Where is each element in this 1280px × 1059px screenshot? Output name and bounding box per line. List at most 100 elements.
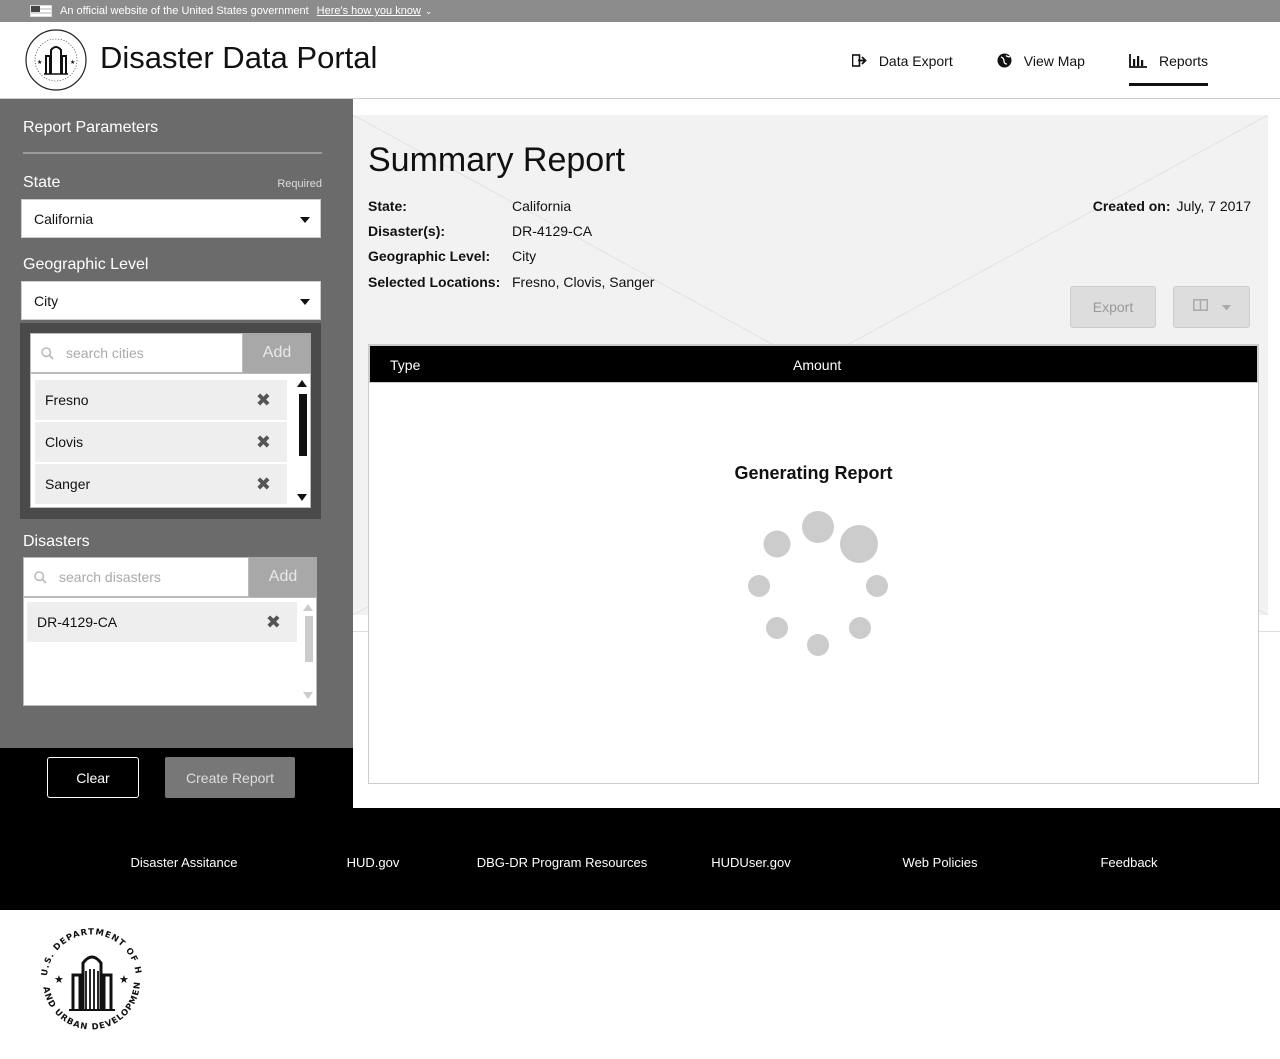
columns-toggle-button[interactable] <box>1173 286 1250 328</box>
svg-text:★: ★ <box>37 59 42 66</box>
sidebar-action-bar: Clear Create Report <box>0 748 353 808</box>
caret-down-icon <box>300 217 310 223</box>
table-header: Type Amount <box>369 345 1258 383</box>
list-item-label: DR-4129-CA <box>37 614 118 630</box>
meta-state: State: California <box>368 198 571 214</box>
svg-text:★: ★ <box>119 973 129 986</box>
column-header-type[interactable]: Type <box>390 357 420 373</box>
export-icon <box>851 54 867 67</box>
footer-link-program-resources[interactable]: DBG-DR Program Resources <box>477 855 648 870</box>
geographic-level-value: City <box>34 292 59 309</box>
remove-icon[interactable]: ✖ <box>266 612 281 633</box>
scroll-down-icon[interactable] <box>303 692 313 699</box>
nav-label: Reports <box>1158 52 1208 69</box>
disaster-search-placeholder: search disasters <box>59 569 161 585</box>
city-item-clovis: Clovis ✖ <box>35 422 287 462</box>
nav-label: Data Export <box>878 52 953 69</box>
gov-banner-text: An official website of the United States… <box>60 5 309 17</box>
create-report-button[interactable]: Create Report <box>165 757 295 798</box>
meta-value: California <box>512 198 572 214</box>
meta-label: Disaster(s): <box>368 223 446 239</box>
page-title: Summary Report <box>368 141 625 179</box>
disaster-search-row: search disasters Add <box>23 557 317 597</box>
remove-icon[interactable]: ✖ <box>256 474 271 495</box>
meta-disasters: Disaster(s): DR-4129-CA <box>368 223 592 239</box>
list-item-label: Sanger <box>45 476 91 492</box>
city-search-row: search cities Add <box>30 333 311 373</box>
gov-banner: An official website of the United States… <box>0 0 1280 22</box>
cities-panel: search cities Add Fresno ✖ Clovis ✖ Sang… <box>20 323 321 519</box>
created-label: Created on: <box>1092 198 1171 214</box>
nav-reports[interactable]: Reports <box>1128 22 1209 99</box>
site-footer: Disaster Assitance HUD.gov DBG-DR Progra… <box>0 808 1280 910</box>
city-item-sanger: Sanger ✖ <box>35 464 287 504</box>
remove-icon[interactable]: ✖ <box>256 432 271 453</box>
footer-link-feedback[interactable]: Feedback <box>1100 855 1157 870</box>
search-icon <box>34 570 47 584</box>
city-search-input[interactable]: search cities <box>30 333 243 373</box>
search-icon <box>41 346 54 360</box>
hud-seal-large-logo: U.S. DEPARTMENT OF HOUSING AND URBAN DEV… <box>33 921 143 1033</box>
disaster-list: DR-4129-CA ✖ <box>23 597 317 706</box>
site-title[interactable]: Disaster Data Portal <box>100 40 377 76</box>
scroll-up-icon[interactable] <box>297 380 307 387</box>
sidebar-title: Report Parameters <box>23 119 159 136</box>
caret-down-icon <box>300 299 310 305</box>
report-table: Type Amount Generating Report <box>368 344 1259 784</box>
scroll-up-icon[interactable] <box>303 604 313 611</box>
meta-value: Fresno, Clovis, Sanger <box>512 274 655 290</box>
add-city-button[interactable]: Add <box>243 333 311 373</box>
loading-spinner-icon <box>748 511 888 656</box>
heres-how-you-know-link[interactable]: Here's how you know <box>317 5 421 17</box>
meta-value: DR-4129-CA <box>512 223 593 239</box>
scroll-thumb[interactable] <box>305 616 313 662</box>
created-value: July, 7 2017 <box>1176 198 1251 214</box>
required-note: Required <box>277 178 322 190</box>
globe-icon <box>997 53 1012 68</box>
meta-geographic-level: Geographic Level: City <box>368 248 536 264</box>
svg-text:★: ★ <box>70 59 75 66</box>
state-select[interactable]: California <box>21 199 321 238</box>
column-header-amount[interactable]: Amount <box>793 357 841 373</box>
svg-text:U.S. DEPARTMENT OF HOUSING: U.S. DEPARTMENT OF HOUSING <box>33 921 143 977</box>
nav-view-map[interactable]: View Map <box>997 22 1085 99</box>
geographic-level-select[interactable]: City <box>21 281 321 320</box>
list-item-label: Fresno <box>45 392 89 408</box>
main-nav: Data Export View Map Reports <box>851 22 1209 99</box>
list-item-label: Clovis <box>45 434 84 450</box>
hud-seal-logo[interactable]: ★ ★ <box>24 28 88 92</box>
columns-icon <box>1192 298 1208 316</box>
footer-link-disaster-assistance[interactable]: Disaster Assitance <box>131 855 238 870</box>
meta-value: City <box>512 248 537 264</box>
generating-report-status: Generating Report <box>734 463 893 483</box>
created-on: Created on: July, 7 2017 <box>1093 198 1251 214</box>
meta-label: State: <box>368 198 407 214</box>
meta-selected-locations: Selected Locations: Fresno, Clovis, Sange… <box>368 274 654 290</box>
footer-link-web-policies[interactable]: Web Policies <box>903 855 978 870</box>
footer-link-huduser-gov[interactable]: HUDUser.gov <box>711 855 790 870</box>
city-list: Fresno ✖ Clovis ✖ Sanger ✖ <box>30 373 311 508</box>
city-list-scrollbar[interactable] <box>297 380 307 502</box>
export-button[interactable]: Export <box>1070 286 1156 328</box>
remove-icon[interactable]: ✖ <box>256 390 271 411</box>
us-flag-icon <box>30 5 52 17</box>
scroll-down-icon[interactable] <box>297 494 307 501</box>
chevron-down-icon[interactable]: ⌄ <box>425 6 433 17</box>
report-main: Summary Report State: California Disaster… <box>353 99 1280 808</box>
scroll-thumb[interactable] <box>299 394 307 456</box>
meta-label: Geographic Level: <box>368 248 491 264</box>
clear-button[interactable]: Clear <box>47 757 139 798</box>
report-parameters-sidebar: Report Parameters State Required Califor… <box>0 99 353 748</box>
disaster-list-scrollbar[interactable] <box>303 604 313 700</box>
footer-link-hud-gov[interactable]: HUD.gov <box>347 855 400 870</box>
meta-label: Selected Locations: <box>368 274 501 290</box>
bar-chart-icon <box>1129 53 1147 68</box>
nav-label: View Map <box>1023 52 1085 69</box>
add-disaster-button[interactable]: Add <box>249 557 317 597</box>
city-search-placeholder: search cities <box>66 345 144 361</box>
disaster-search-input[interactable]: search disasters <box>23 557 249 597</box>
nav-data-export[interactable]: Data Export <box>851 22 953 99</box>
state-select-value: California <box>34 210 94 227</box>
disasters-label: Disasters <box>23 533 90 550</box>
disaster-item: DR-4129-CA ✖ <box>27 602 297 642</box>
